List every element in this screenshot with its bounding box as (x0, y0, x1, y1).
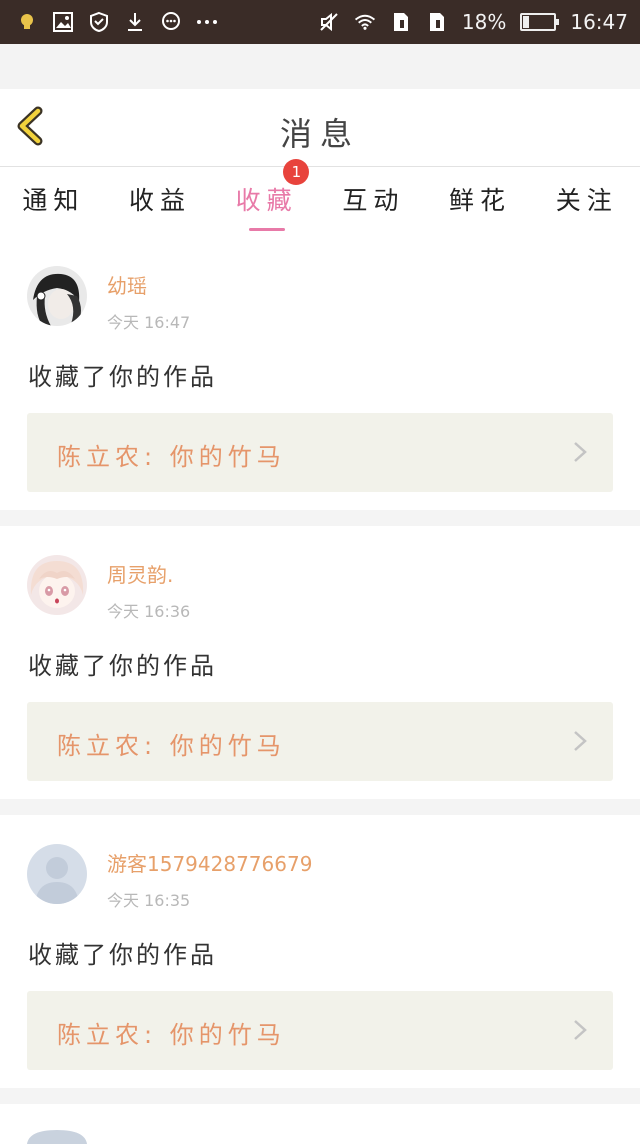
sim2-icon (426, 11, 448, 33)
tab-label: 鲜花 (449, 186, 512, 215)
timestamp: 今天 16:47 (107, 313, 191, 332)
default-avatar-icon (27, 844, 87, 904)
timestamp: 今天 16:35 (107, 891, 191, 910)
tab-interaction[interactable]: 互动 (320, 167, 427, 237)
tab-favorites[interactable]: 收藏 1 (213, 159, 320, 237)
action-text: 收藏了你的作品 (28, 652, 217, 680)
sim1-icon (390, 11, 412, 33)
list-item: 周灵韵. 今天 16:36 收藏了你的作品 陈立农: 你的竹马 (0, 526, 640, 799)
top-spacer (0, 44, 640, 89)
chevron-right-icon (574, 1020, 587, 1040)
list-item: 游客1579428776679 今天 16:35 收藏了你的作品 陈立农: 你的… (0, 815, 640, 1088)
work-title: 陈立农: 你的竹马 (57, 1021, 286, 1049)
status-bar-right: 18% 16:47 (318, 10, 628, 34)
avatar[interactable] (27, 266, 87, 326)
avatar[interactable] (27, 844, 87, 904)
tab-label: 收藏 (235, 186, 298, 215)
avatar[interactable] (27, 555, 87, 615)
action-text: 收藏了你的作品 (28, 363, 217, 391)
timestamp: 今天 16:36 (107, 602, 191, 621)
user-name[interactable]: 幼瑶 (107, 270, 147, 299)
anime-avatar-icon (27, 555, 87, 615)
user-name[interactable]: 周灵韵. (107, 559, 173, 588)
chevron-right-icon (574, 731, 587, 751)
tab-label: 收益 (129, 186, 192, 215)
chevron-right-icon (574, 442, 587, 462)
action-text: 收藏了你的作品 (28, 941, 217, 969)
tab-label: 通知 (22, 186, 85, 215)
more-dots-icon (196, 11, 218, 33)
tab-notice[interactable]: 通知 (0, 167, 107, 237)
unread-badge: 1 (283, 159, 310, 185)
battery-level (523, 16, 529, 28)
tab-earnings[interactable]: 收益 (107, 167, 214, 237)
status-bar-left (16, 11, 218, 33)
tab-label: 关注 (555, 186, 618, 215)
user-name[interactable]: 游客1579428776679 (107, 848, 312, 877)
list-item: 幼瑶 今天 16:47 收藏了你的作品 陈立农: 你的竹马 (0, 237, 640, 510)
tab-label: 互动 (342, 186, 405, 215)
tab-bar: 通知 收益 收藏 1 互动 鲜花 关注 (0, 159, 640, 237)
mute-icon (318, 11, 340, 33)
work-link[interactable]: 陈立农: 你的竹马 (27, 702, 613, 781)
status-time: 16:47 (570, 10, 628, 34)
list-item-partial (0, 1104, 640, 1144)
bulb-icon (16, 11, 38, 33)
page-title: 消息 (279, 115, 360, 153)
shield-icon (88, 11, 110, 33)
tab-follow[interactable]: 关注 (533, 167, 640, 237)
chat-icon (160, 11, 182, 33)
tab-flowers[interactable]: 鲜花 (427, 167, 534, 237)
active-tab-indicator (248, 228, 285, 231)
girl-avatar-icon (27, 266, 87, 326)
work-link[interactable]: 陈立农: 你的竹马 (27, 991, 613, 1070)
work-link[interactable]: 陈立农: 你的竹马 (27, 413, 613, 492)
download-icon (124, 11, 146, 33)
work-title: 陈立农: 你的竹马 (57, 732, 286, 760)
status-bar: 18% 16:47 (0, 0, 640, 44)
header: 消息 (0, 89, 640, 167)
battery-icon (520, 13, 560, 31)
battery-percent: 18% (461, 10, 507, 34)
work-title: 陈立农: 你的竹马 (57, 443, 286, 471)
wifi-icon (354, 11, 376, 33)
image-icon (52, 11, 74, 33)
message-list: 幼瑶 今天 16:47 收藏了你的作品 陈立农: 你的竹马 周灵韵. 今天 16… (0, 237, 640, 1144)
avatar-partial (27, 1130, 87, 1144)
